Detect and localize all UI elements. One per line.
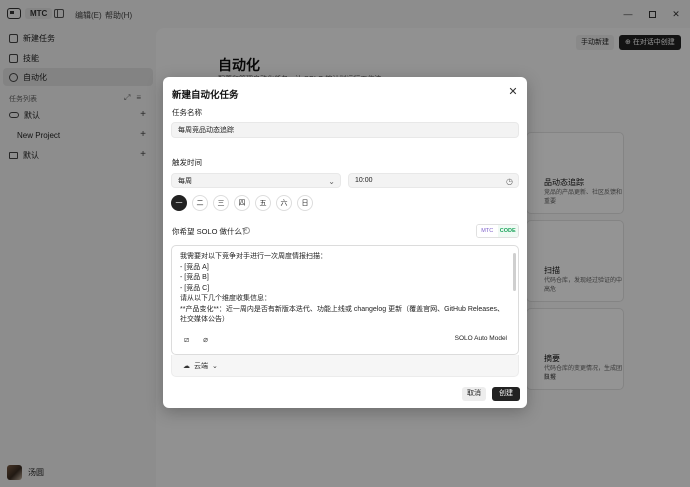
day-sun[interactable]: 日 <box>297 195 313 211</box>
slash-command-icon[interactable]: ⧄ <box>181 334 192 345</box>
scrollbar[interactable] <box>513 253 516 291</box>
day-thu[interactable]: 四 <box>234 195 250 211</box>
chevron-down-icon: ⌄ <box>328 177 335 186</box>
day-wed[interactable]: 三 <box>213 195 229 211</box>
environment-label: 云端 <box>194 363 208 370</box>
time-value: 10:00 <box>355 177 373 184</box>
dialog-title: 新建自动化任务 <box>172 90 239 101</box>
new-automation-dialog: 新建自动化任务 ✕ 任务名称 每周竞品动态追踪 触发时间 每周 ⌄ 10:00 … <box>163 77 527 408</box>
day-sat[interactable]: 六 <box>276 195 292 211</box>
prompt-line: 我需要对以下竞争对手进行一次周度情报扫描： <box>180 253 327 260</box>
day-fri[interactable]: 五 <box>255 195 271 211</box>
close-icon[interactable]: ✕ <box>507 86 519 98</box>
trigger-time-label: 触发时间 <box>172 158 202 167</box>
prompt-line: 请从以下几个维度收集信息： <box>180 295 271 302</box>
mode-mtc[interactable]: MTC <box>477 225 498 237</box>
create-button[interactable]: 创建 <box>492 387 520 401</box>
model-selector[interactable]: SOLO Auto Model <box>455 335 507 342</box>
prompt-text[interactable]: 我需要对以下竞争对手进行一次周度情报扫描： - [竞品 A] - [竞品 B] … <box>180 252 508 328</box>
prompt-line: - [竞品 C] <box>180 284 210 292</box>
task-name-value: 每周竞品动态追踪 <box>178 127 234 134</box>
prompt-label: 你希望 SOLO 做什么？ <box>172 227 250 236</box>
frequency-select[interactable]: 每周 ⌄ <box>171 173 341 188</box>
task-name-label: 任务名称 <box>172 108 202 117</box>
mode-code[interactable]: CODE <box>497 225 518 237</box>
cancel-button[interactable]: 取消 <box>462 387 486 401</box>
task-name-input[interactable]: 每周竞品动态追踪 <box>171 122 519 138</box>
day-mon[interactable]: 一 <box>171 195 187 211</box>
environment-bar: ☁ 云端 ⌄ <box>171 355 519 377</box>
frequency-value: 每周 <box>178 177 192 185</box>
mode-toggle: MTC CODE <box>476 224 519 238</box>
attachment-icon[interactable]: ⌀ <box>200 334 211 345</box>
environment-selector[interactable]: ☁ 云端 ⌄ <box>183 361 218 371</box>
cloud-icon: ☁ <box>183 363 190 370</box>
prompt-line: - [竞品 A] <box>180 263 209 271</box>
prompt-line: **产品变化**：近一周内是否有新版本迭代、功能上线或 changelog 更新… <box>180 305 505 324</box>
chevron-down-icon: ⌄ <box>212 363 218 370</box>
day-tue[interactable]: 二 <box>192 195 208 211</box>
prompt-textarea[interactable]: 我需要对以下竞争对手进行一次周度情报扫描： - [竞品 A] - [竞品 B] … <box>171 245 519 355</box>
prompt-line: - [竞品 B] <box>180 274 209 281</box>
clock-icon: ◷ <box>506 177 513 186</box>
weekday-picker: 一 二 三 四 五 六 日 <box>171 195 313 211</box>
time-input[interactable]: 10:00 ◷ <box>348 173 519 188</box>
info-icon[interactable]: i <box>243 227 250 234</box>
